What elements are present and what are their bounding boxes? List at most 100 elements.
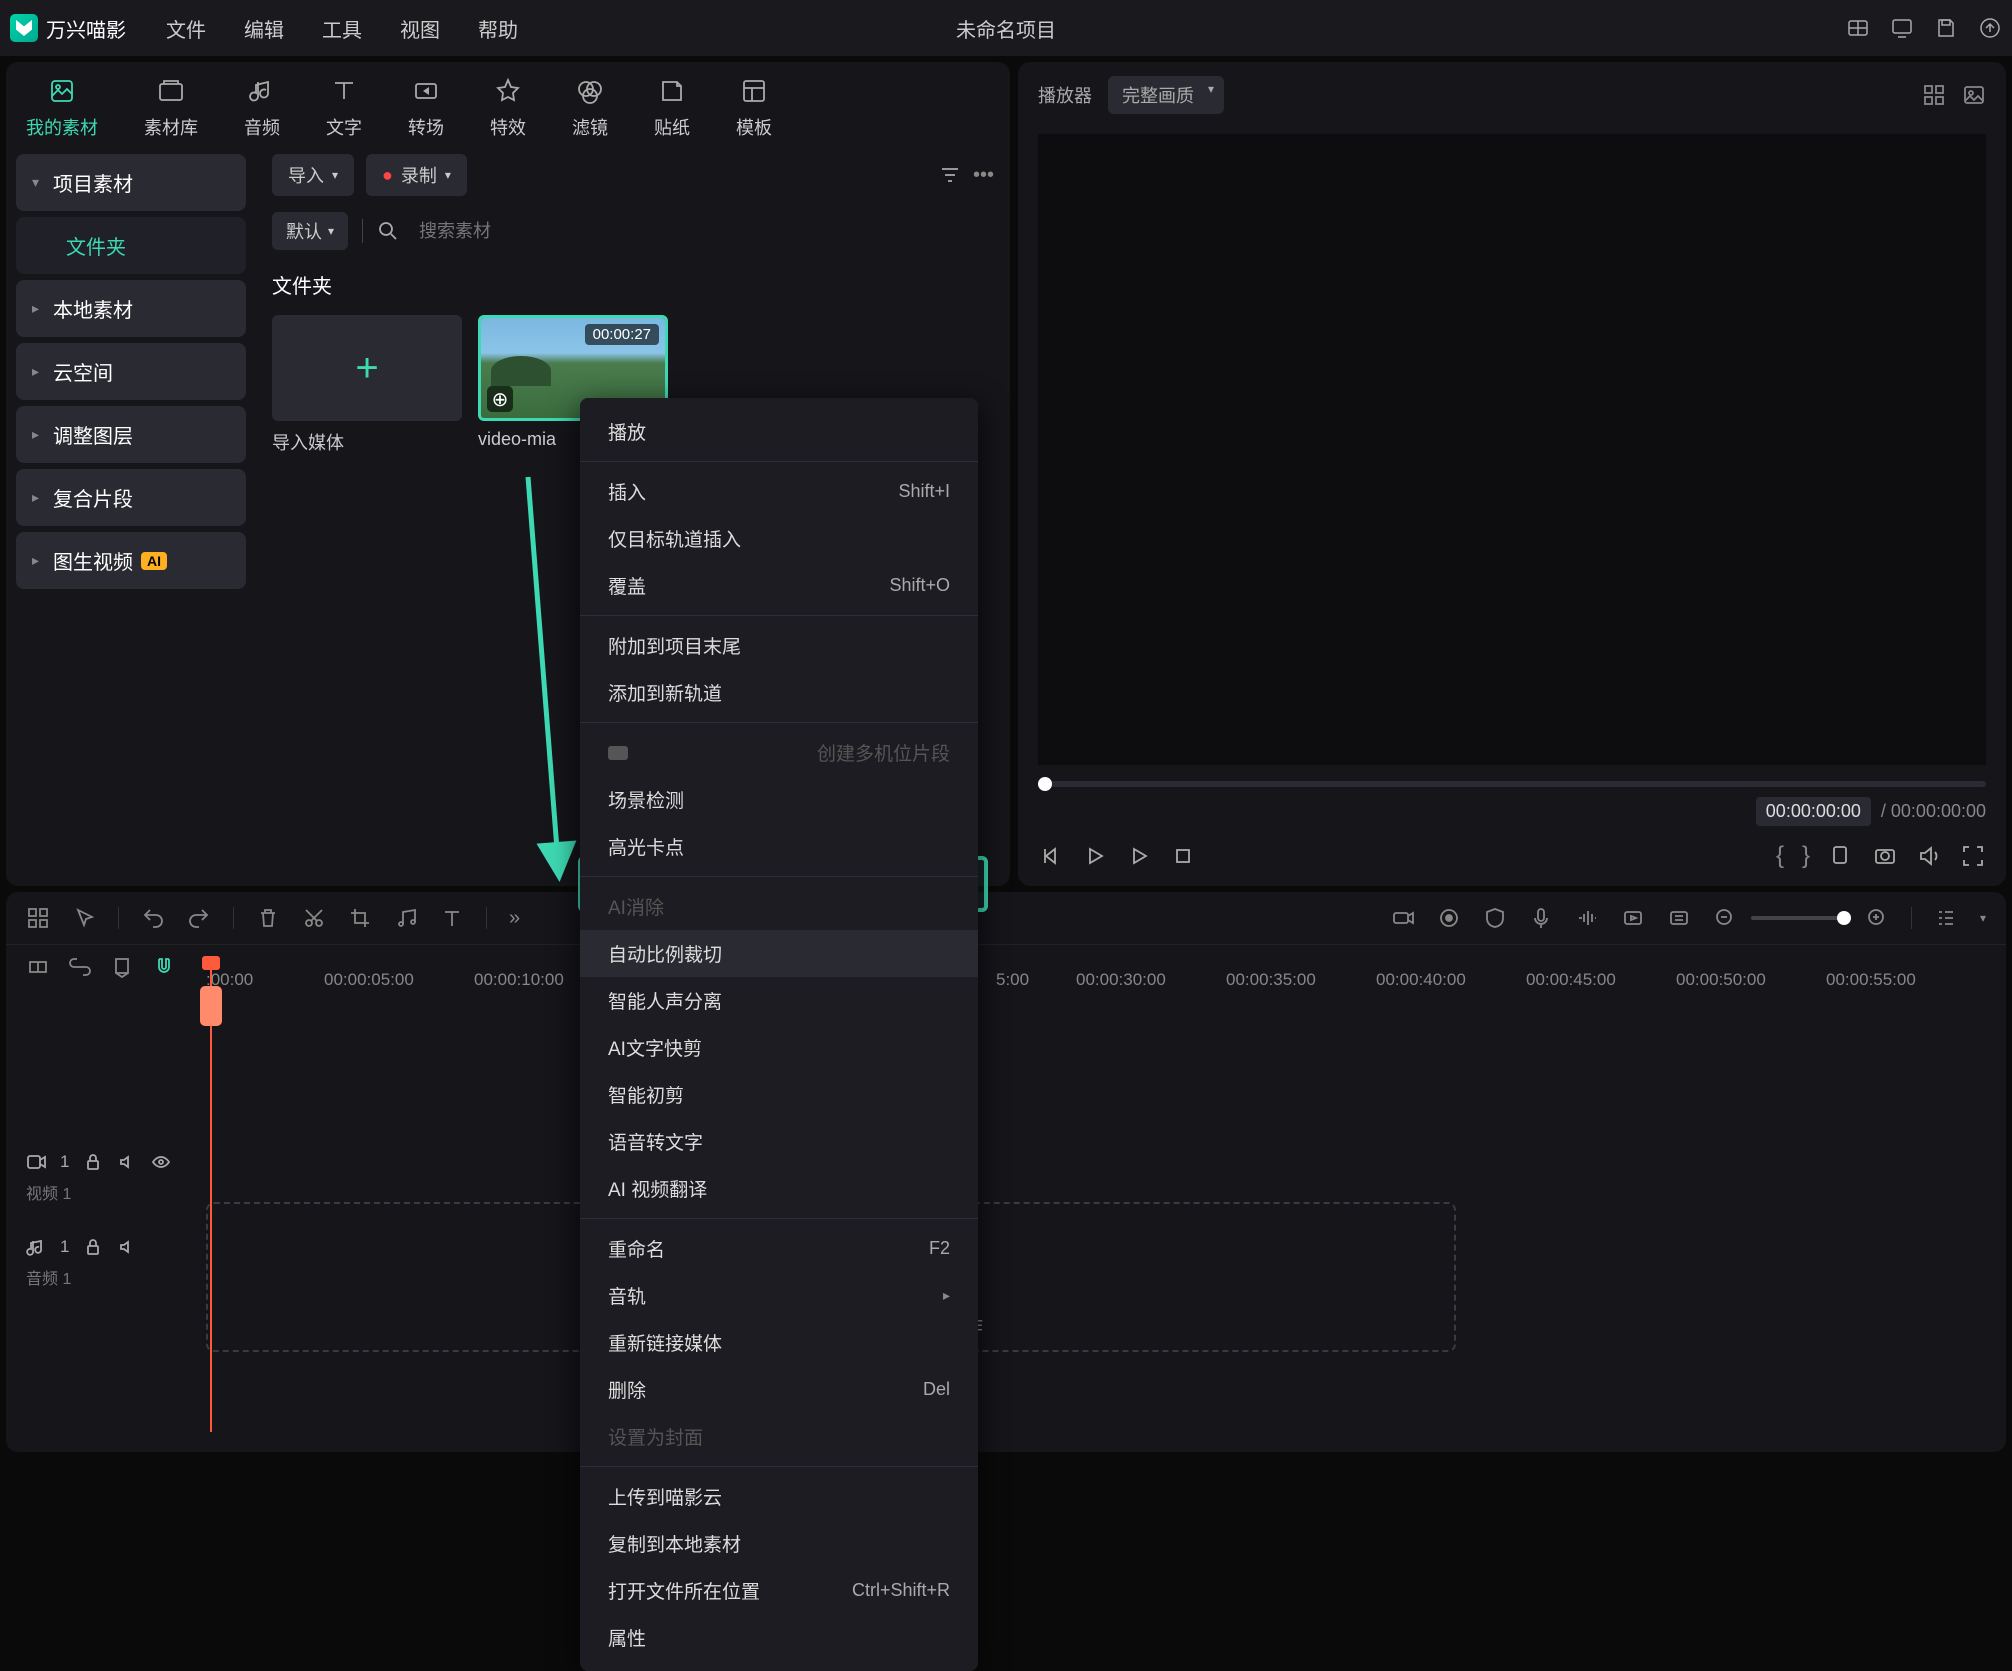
tab-text[interactable]: 文字: [326, 76, 362, 140]
video-track-header[interactable]: 1: [26, 1152, 196, 1172]
tl-more-icon[interactable]: »: [509, 907, 520, 930]
ctx-item[interactable]: 场景检测: [580, 776, 978, 823]
undo-icon[interactable]: [141, 906, 165, 930]
eye-icon[interactable]: [151, 1152, 171, 1172]
ctx-item[interactable]: 高光卡点: [580, 823, 978, 870]
search-input[interactable]: [413, 215, 994, 248]
menu-file[interactable]: 文件: [166, 14, 206, 43]
brace-open[interactable]: {: [1776, 842, 1784, 870]
ctx-item[interactable]: 打开文件所在位置Ctrl+Shift+R: [580, 1567, 978, 1614]
ctx-item[interactable]: 属性: [580, 1614, 978, 1661]
tab-stickers[interactable]: 贴纸: [654, 76, 690, 140]
zoom-slider[interactable]: [1751, 916, 1851, 920]
tl-list-icon[interactable]: [1934, 906, 1958, 930]
save-icon[interactable]: [1934, 16, 1958, 40]
play-icon[interactable]: [1082, 843, 1108, 869]
timeline-ruler[interactable]: :00:00 00:00:05:00 00:00:10:00 5:00 00:0…: [206, 970, 1986, 1000]
tl-link-icon[interactable]: [68, 955, 92, 979]
ctx-item[interactable]: 删除Del: [580, 1366, 978, 1413]
volume-icon[interactable]: [1916, 843, 1942, 869]
lock-icon[interactable]: [83, 1237, 103, 1257]
ctx-item[interactable]: 上传到喵影云: [580, 1473, 978, 1520]
tl-magnet-icon[interactable]: [152, 955, 176, 979]
ctx-item[interactable]: 插入Shift+I: [580, 468, 978, 515]
ctx-item[interactable]: AI 视频翻译: [580, 1165, 978, 1212]
music-icon[interactable]: [394, 906, 418, 930]
tl-rec-icon[interactable]: [1437, 906, 1461, 930]
tl-mic-icon[interactable]: [1529, 906, 1553, 930]
sidebar-item-adjust[interactable]: ▸调整图层: [16, 406, 246, 463]
text-icon[interactable]: [440, 906, 464, 930]
sidebar-item-local[interactable]: ▸本地素材: [16, 280, 246, 337]
tab-audio[interactable]: 音频: [244, 76, 280, 140]
import-button[interactable]: 导入▾: [272, 154, 354, 196]
play-outline-icon[interactable]: [1126, 843, 1152, 869]
cut-icon[interactable]: [302, 906, 326, 930]
preview-quality-dropdown[interactable]: 完整画质: [1108, 76, 1224, 114]
export-icon[interactable]: [1978, 16, 2002, 40]
menu-help[interactable]: 帮助: [478, 14, 518, 43]
more-icon[interactable]: •••: [973, 164, 994, 187]
crop-icon[interactable]: [348, 906, 372, 930]
preview-scrubber[interactable]: [1038, 781, 1986, 787]
filter-icon[interactable]: [939, 164, 961, 186]
menu-tools[interactable]: 工具: [322, 14, 362, 43]
add-to-timeline-icon[interactable]: ⊕: [487, 386, 513, 412]
tab-filters[interactable]: 滤镜: [572, 76, 608, 140]
tab-templates[interactable]: 模板: [736, 76, 772, 140]
ctx-item[interactable]: 重命名F2: [580, 1225, 978, 1272]
record-button[interactable]: ●录制▾: [366, 154, 467, 196]
ctx-item[interactable]: 复制到本地素材: [580, 1520, 978, 1567]
import-media-tile[interactable]: + 导入媒体: [272, 315, 462, 455]
sidebar-item-compound[interactable]: ▸复合片段: [16, 469, 246, 526]
menu-edit[interactable]: 编辑: [244, 14, 284, 43]
layout-icon[interactable]: [1846, 16, 1870, 40]
prev-frame-icon[interactable]: [1038, 843, 1064, 869]
snapshot-icon[interactable]: [1872, 843, 1898, 869]
image-icon[interactable]: [1962, 83, 1986, 107]
sidebar-item-project-media[interactable]: ▾项目素材: [16, 154, 246, 211]
zoom-out-icon[interactable]: [1713, 906, 1737, 930]
tl-layout-icon[interactable]: [26, 906, 50, 930]
tl-cam-icon[interactable]: [1391, 906, 1415, 930]
tl-shield-icon[interactable]: [1483, 906, 1507, 930]
lock-icon[interactable]: [83, 1152, 103, 1172]
tab-effects[interactable]: 特效: [490, 76, 526, 140]
tl-insert-icon[interactable]: [26, 955, 50, 979]
mute-icon[interactable]: [117, 1237, 137, 1257]
preview-canvas[interactable]: [1038, 134, 1986, 765]
sidebar-item-img2video[interactable]: ▸图生视频AI: [16, 532, 246, 589]
ctx-item[interactable]: 音轨▸: [580, 1272, 978, 1319]
ctx-item[interactable]: 附加到项目末尾: [580, 622, 978, 669]
tl-fit-icon[interactable]: [1667, 906, 1691, 930]
menu-view[interactable]: 视图: [400, 14, 440, 43]
ctx-item[interactable]: 语音转文字: [580, 1118, 978, 1165]
ctx-item[interactable]: 仅目标轨道插入: [580, 515, 978, 562]
sidebar-item-cloud[interactable]: ▸云空间: [16, 343, 246, 400]
tl-marker2-icon[interactable]: [110, 955, 134, 979]
tl-render-icon[interactable]: [1621, 906, 1645, 930]
ctx-item[interactable]: 重新链接媒体: [580, 1319, 978, 1366]
sort-dropdown[interactable]: 默认▾: [272, 212, 348, 250]
mute-icon[interactable]: [117, 1152, 137, 1172]
redo-icon[interactable]: [187, 906, 211, 930]
tab-my-media[interactable]: 我的素材: [26, 76, 98, 140]
brace-close[interactable]: }: [1802, 842, 1810, 870]
timecode-current[interactable]: 00:00:00:00: [1756, 797, 1871, 826]
fullscreen-icon[interactable]: [1960, 843, 1986, 869]
marker-icon[interactable]: [1828, 843, 1854, 869]
ctx-item[interactable]: AI文字快剪: [580, 1024, 978, 1071]
tab-stock[interactable]: 素材库: [144, 76, 198, 140]
ctx-item[interactable]: 智能人声分离: [580, 977, 978, 1024]
tab-transitions[interactable]: 转场: [408, 76, 444, 140]
grid-view-icon[interactable]: [1922, 83, 1946, 107]
zoom-in-icon[interactable]: [1865, 906, 1889, 930]
ctx-item[interactable]: 添加到新轨道: [580, 669, 978, 716]
tl-cursor-icon[interactable]: [72, 906, 96, 930]
ctx-item[interactable]: 播放: [580, 408, 978, 455]
delete-icon[interactable]: [256, 906, 280, 930]
ctx-item[interactable]: 智能初剪: [580, 1071, 978, 1118]
tl-audio-icon[interactable]: [1575, 906, 1599, 930]
stop-icon[interactable]: [1170, 843, 1196, 869]
sidebar-item-folder[interactable]: 文件夹: [16, 217, 246, 274]
